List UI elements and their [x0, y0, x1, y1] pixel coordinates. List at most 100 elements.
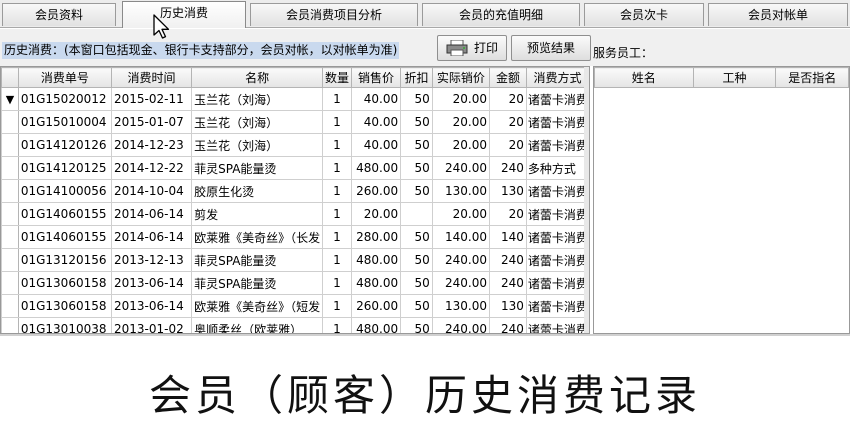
cell-name[interactable]: 奥顺柔丝（欧莱雅） [191, 317, 324, 333]
table-row[interactable]: ▼ 01G15020012 2015-02-11 玉兰花（刘海） 1 40.00 50 20.… [1, 87, 589, 111]
cell-order-no[interactable]: 01G13060158 [17, 271, 112, 295]
cell-sale-price[interactable]: 480.00 [350, 248, 402, 272]
tab-member-statement[interactable]: 会员对帐单 [708, 3, 848, 26]
table-row[interactable]: 01G14100056 2014-10-04 胶原生化烫 1 260.00 50 130.0… [1, 179, 589, 203]
table-row[interactable]: 01G14060155 2014-06-14 剪发 1 20.00 20.00 20 诸蕾卡消… [1, 202, 589, 226]
tab-recharge-details[interactable]: 会员的充值明细 [422, 3, 580, 26]
cell-discount[interactable]: 50 [400, 317, 433, 333]
cell-actual-price[interactable]: 20.00 [431, 110, 491, 134]
cell-sale-price[interactable]: 280.00 [350, 225, 402, 249]
cell-order-no[interactable]: 01G13010038 [17, 317, 112, 333]
cell-amount[interactable]: 140 [489, 225, 527, 249]
cell-payment-method[interactable]: 诸蕾卡消费 [525, 294, 589, 318]
cell-time[interactable]: 2014-12-22 [110, 156, 193, 180]
cell-name[interactable]: 胶原生化烫 [191, 179, 324, 203]
cell-actual-price[interactable]: 20.00 [431, 87, 491, 111]
cell-time[interactable]: 2013-12-13 [110, 248, 193, 272]
cell-amount[interactable]: 20 [489, 110, 527, 134]
cell-quantity[interactable]: 1 [322, 294, 352, 318]
cell-payment-method[interactable]: 诸蕾卡消费 [525, 87, 589, 111]
cell-time[interactable]: 2014-06-14 [110, 225, 193, 249]
cell-amount[interactable]: 240 [489, 156, 527, 180]
cell-actual-price[interactable]: 240.00 [431, 317, 491, 333]
cell-order-no[interactable]: 01G13060158 [17, 294, 112, 318]
cell-time[interactable]: 2015-01-07 [110, 110, 193, 134]
cell-name[interactable]: 菲灵SPA能量烫 [191, 248, 324, 272]
tab-history-consumption[interactable]: 历史消费 [122, 1, 246, 28]
table-row[interactable]: 01G14120125 2014-12-22 菲灵SPA能量烫 1 480.00 50 24… [1, 156, 589, 180]
cell-discount[interactable]: 50 [400, 248, 433, 272]
table-row[interactable]: 01G13060158 2013-06-14 菲灵SPA能量烫 1 480.00 50 24… [1, 271, 589, 295]
cell-discount[interactable]: 50 [400, 156, 433, 180]
cell-quantity[interactable]: 1 [322, 225, 352, 249]
header-order-no[interactable]: 消费单号 [17, 67, 112, 88]
cell-sale-price[interactable]: 40.00 [350, 87, 402, 111]
cell-discount[interactable]: 50 [400, 179, 433, 203]
cell-payment-method[interactable]: 诸蕾卡消费 [525, 317, 589, 333]
cell-sale-price[interactable]: 480.00 [350, 156, 402, 180]
tab-member-times-card[interactable]: 会员次卡 [584, 3, 704, 26]
cell-discount[interactable]: 50 [400, 225, 433, 249]
table-row[interactable]: 01G13060158 2013-06-14 欧莱雅《美奇丝》（短发 1 260.00 5… [1, 294, 589, 318]
cell-order-no[interactable]: 01G14060155 [17, 202, 112, 226]
cell-sale-price[interactable]: 480.00 [350, 271, 402, 295]
header-staff-designated[interactable]: 是否指名 [775, 67, 849, 88]
cell-amount[interactable]: 130 [489, 179, 527, 203]
cell-quantity[interactable]: 1 [322, 179, 352, 203]
cell-order-no[interactable]: 01G14120126 [17, 133, 112, 157]
cell-time[interactable]: 2014-12-23 [110, 133, 193, 157]
cell-payment-method[interactable]: 诸蕾卡消费 [525, 179, 589, 203]
cell-quantity[interactable]: 1 [322, 133, 352, 157]
cell-time[interactable]: 2015-02-11 [110, 87, 193, 111]
cell-amount[interactable]: 240 [489, 271, 527, 295]
cell-quantity[interactable]: 1 [322, 271, 352, 295]
cell-quantity[interactable]: 1 [322, 248, 352, 272]
cell-time[interactable]: 2014-06-14 [110, 202, 193, 226]
cell-sale-price[interactable]: 260.00 [350, 179, 402, 203]
cell-discount[interactable] [400, 202, 433, 226]
cell-discount[interactable]: 50 [400, 87, 433, 111]
header-time[interactable]: 消费时间 [110, 67, 193, 88]
cell-name[interactable]: 欧莱雅《美奇丝》（长发 [191, 225, 324, 249]
cell-actual-price[interactable]: 20.00 [431, 133, 491, 157]
preview-button[interactable]: 预览结果 [511, 35, 591, 61]
table-row[interactable]: 01G14060155 2014-06-14 欧莱雅《美奇丝》（长发 1 280.00 5… [1, 225, 589, 249]
cell-name[interactable]: 玉兰花（刘海） [191, 87, 324, 111]
cell-name[interactable]: 剪发 [191, 202, 324, 226]
table-row[interactable]: 01G15010004 2015-01-07 玉兰花（刘海） 1 40.00 50 20.0… [1, 110, 589, 134]
cell-actual-price[interactable]: 240.00 [431, 271, 491, 295]
cell-name[interactable]: 欧莱雅《美奇丝》（短发 [191, 294, 324, 318]
table-row[interactable]: 01G13120156 2013-12-13 菲灵SPA能量烫 1 480.00 50 24… [1, 248, 589, 272]
cell-quantity[interactable]: 1 [322, 317, 352, 333]
header-actual-price[interactable]: 实际销价 [431, 67, 491, 88]
history-scrollbar[interactable] [584, 67, 589, 333]
cell-discount[interactable]: 50 [400, 271, 433, 295]
cell-time[interactable]: 2013-06-14 [110, 271, 193, 295]
history-grid[interactable]: 消费单号 消费时间 名称 数量 销售价 折扣 实际销价 金额 消费方式 ▼ 01G… [0, 66, 590, 334]
cell-order-no[interactable]: 01G14100056 [17, 179, 112, 203]
cell-sale-price[interactable]: 480.00 [350, 317, 402, 333]
cell-amount[interactable]: 240 [489, 248, 527, 272]
cell-payment-method[interactable]: 诸蕾卡消费 [525, 271, 589, 295]
cell-payment-method[interactable]: 诸蕾卡消费 [525, 202, 589, 226]
cell-order-no[interactable]: 01G13120156 [17, 248, 112, 272]
cell-name[interactable]: 菲灵SPA能量烫 [191, 156, 324, 180]
table-row[interactable]: 01G13010038 2013-01-02 奥顺柔丝（欧莱雅） 1 480.00 50 2… [1, 317, 589, 333]
cell-actual-price[interactable]: 240.00 [431, 248, 491, 272]
cell-payment-method[interactable]: 多种方式 [525, 156, 589, 180]
header-discount[interactable]: 折扣 [400, 67, 433, 88]
print-button[interactable]: 打印 [437, 35, 507, 61]
cell-quantity[interactable]: 1 [322, 110, 352, 134]
header-staff-name[interactable]: 姓名 [594, 67, 694, 88]
cell-amount[interactable]: 20 [489, 133, 527, 157]
cell-amount[interactable]: 130 [489, 294, 527, 318]
cell-order-no[interactable]: 01G14120125 [17, 156, 112, 180]
cell-amount[interactable]: 20 [489, 87, 527, 111]
header-staff-role[interactable]: 工种 [692, 67, 777, 88]
cell-time[interactable]: 2013-06-14 [110, 294, 193, 318]
cell-quantity[interactable]: 1 [322, 202, 352, 226]
cell-order-no[interactable]: 01G15020012 [17, 87, 112, 111]
header-quantity[interactable]: 数量 [322, 67, 352, 88]
cell-sale-price[interactable]: 20.00 [350, 202, 402, 226]
staff-grid[interactable]: 姓名 工种 是否指名 [593, 66, 850, 334]
